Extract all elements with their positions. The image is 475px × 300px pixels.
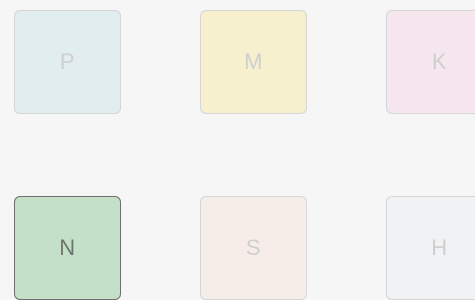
tile-letter: S bbox=[245, 235, 262, 260]
tile-p[interactable]: P bbox=[14, 10, 121, 114]
tile-m[interactable]: M bbox=[200, 10, 307, 114]
tile-letter: P bbox=[59, 49, 76, 74]
letter-tile-grid: P M K N S H bbox=[0, 0, 475, 300]
tile-h[interactable]: H bbox=[386, 196, 475, 300]
tile-letter: H bbox=[431, 235, 448, 260]
tile-letter: M bbox=[244, 49, 263, 74]
tile-s[interactable]: S bbox=[200, 196, 307, 300]
tile-letter: K bbox=[431, 49, 448, 74]
tile-letter: N bbox=[59, 235, 76, 260]
tile-k[interactable]: K bbox=[386, 10, 475, 114]
tile-n[interactable]: N bbox=[14, 196, 121, 300]
